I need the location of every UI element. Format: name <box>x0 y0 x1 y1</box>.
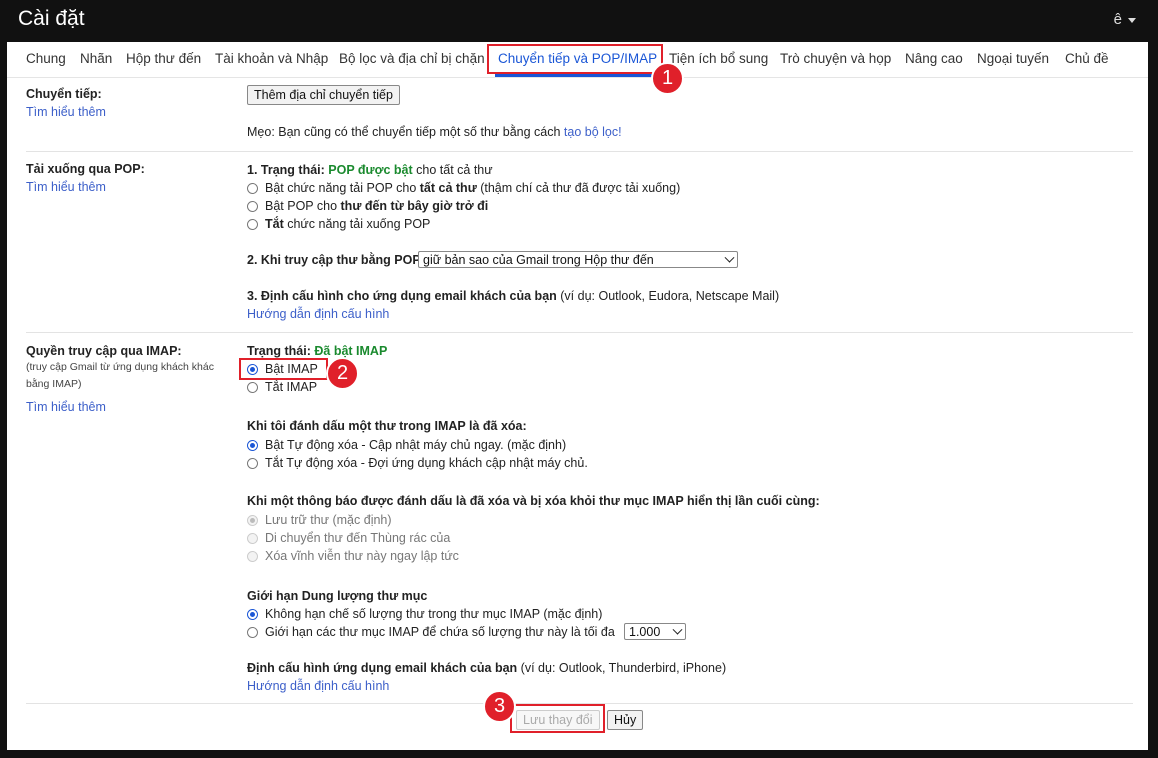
no-folder-limit-radio[interactable] <box>247 609 258 620</box>
forwarding-label: Chuyển tiếp: <box>26 87 102 101</box>
chevron-down-icon <box>672 624 683 635</box>
forwarding-tip-text: Mẹo: Bạn cũng có thể chuyển tiếp một số … <box>247 125 564 139</box>
imap-expunge-heading: Khi một thông báo được đánh dấu là đã xó… <box>247 494 820 508</box>
annotation-badge-2: 2 <box>326 357 359 390</box>
folder-limit-select[interactable]: 1.000 <box>624 623 686 640</box>
folder-limit-radio[interactable] <box>247 627 258 638</box>
annotation-highlight-save <box>510 704 605 733</box>
pop-opt2-bold: thư đến từ bây giờ trở đi <box>340 199 489 213</box>
delete-forever-radio[interactable] <box>247 551 258 562</box>
pop-opt2-pre: Bật POP cho <box>265 199 341 213</box>
pop-status-suffix: cho tất cả thư <box>412 163 493 177</box>
account-initial: ê <box>1113 11 1122 28</box>
pop-config: 3. Định cấu hình cho ứng dụng email khác… <box>247 289 779 303</box>
chevron-down-icon <box>1128 17 1136 23</box>
imap-client-example: (ví dụ: Outlook, Thunderbird, iPhone) <box>517 661 727 675</box>
tab-filters-blocked[interactable]: Bộ lọc và địa chỉ bị chặn <box>339 51 485 66</box>
active-tab-indicator <box>495 74 661 77</box>
tab-advanced[interactable]: Nâng cao <box>905 51 963 66</box>
pop-opt3-bold: Tắt <box>265 217 284 231</box>
imap-client-label: Định cấu hình ứng dụng email khách của b… <box>247 661 518 675</box>
pop-opt1-bold: tất cả thư <box>419 181 477 195</box>
section-divider <box>26 151 1133 152</box>
pop-label: Tải xuống qua POP: <box>26 162 145 176</box>
auto-expunge-off-label: Tắt Tự động xóa - Đợi ứng dụng khách cập… <box>265 456 588 470</box>
chevron-down-icon <box>724 252 735 263</box>
pop-config-label: 3. Định cấu hình cho ứng dụng email khác… <box>247 289 557 303</box>
create-filter-link[interactable]: tạo bộ lọc! <box>564 125 622 139</box>
pop-status-value: POP được bật <box>328 163 413 177</box>
imap-status-label: Trạng thái: <box>247 344 315 358</box>
folder-size-heading: Giới hạn Dung lượng thư mục <box>247 589 428 603</box>
tab-inbox[interactable]: Hộp thư đến <box>126 51 201 66</box>
imap-note: (truy cập Gmail từ ứng dụng khách khác b… <box>26 361 214 390</box>
forwarding-learn-more-link[interactable]: Tìm hiểu thêm <box>26 105 106 119</box>
section-divider <box>26 332 1133 333</box>
auto-expunge-off-radio[interactable] <box>247 458 258 469</box>
archive-radio[interactable] <box>247 515 258 526</box>
pop-opt3-post: chức năng tải xuống POP <box>283 217 431 231</box>
forwarding-tip: Mẹo: Bạn cũng có thể chuyển tiếp một số … <box>247 125 622 139</box>
pop-status: 1. Trạng thái: POP được bật cho tất cả t… <box>247 163 493 177</box>
delete-forever-label: Xóa vĩnh viễn thư này ngay lập tức <box>265 549 459 563</box>
annotation-highlight-tab <box>487 44 663 74</box>
tab-labels[interactable]: Nhãn <box>80 51 112 66</box>
cancel-button[interactable]: Hủy <box>607 710 644 730</box>
pop-disable-label: Tắt chức năng tải xuống POP <box>265 217 430 231</box>
pop-opt1-post: (thậm chí cả thư đã được tải xuống) <box>476 181 681 195</box>
tab-general[interactable]: Chung <box>26 51 66 66</box>
pop-learn-more-link[interactable]: Tìm hiểu thêm <box>26 180 106 194</box>
pop-from-now-radio[interactable] <box>247 201 258 212</box>
folder-limit-value: 1.000 <box>629 625 661 639</box>
imap-disable-radio[interactable] <box>247 382 258 393</box>
no-folder-limit-label: Không hạn chế số lượng thư trong thư mục… <box>265 607 603 621</box>
settings-panel: Chung Nhãn Hộp thư đến Tài khoản và Nhập… <box>7 42 1148 750</box>
pop-from-now-label: Bật POP cho thư đến từ bây giờ trở đi <box>265 199 488 213</box>
account-menu[interactable]: ê <box>1114 11 1136 28</box>
tab-offline[interactable]: Ngoại tuyến <box>977 51 1049 66</box>
annotation-badge-3: 3 <box>483 690 516 723</box>
auto-expunge-on-radio[interactable] <box>247 440 258 451</box>
pop-status-label: 1. Trạng thái: <box>247 163 329 177</box>
pop-all-mail-label: Bật chức năng tải POP cho tất cả thư (th… <box>265 181 680 195</box>
imap-client-config: Định cấu hình ứng dụng email khách của b… <box>247 661 726 675</box>
annotation-highlight-imap <box>239 358 328 380</box>
imap-status: Trạng thái: Đã bật IMAP <box>247 344 387 358</box>
pop-config-example: (ví dụ: Outlook, Eudora, Netscape Mail) <box>556 289 780 303</box>
annotation-badge-1: 1 <box>651 62 684 95</box>
tab-addons[interactable]: Tiện ích bổ sung <box>669 51 768 66</box>
imap-label: Quyền truy cập qua IMAP: <box>26 344 182 358</box>
auto-expunge-on-label: Bật Tự động xóa - Cập nhật máy chủ ngay.… <box>265 438 567 452</box>
imap-status-value: Đã bật IMAP <box>314 344 388 358</box>
tab-themes[interactable]: Chủ đề <box>1065 51 1109 66</box>
imap-config-guide-link[interactable]: Hướng dẫn định cấu hình <box>247 679 389 693</box>
pop-access-label: 2. Khi truy cập thư bằng POP <box>247 253 421 267</box>
pop-all-mail-radio[interactable] <box>247 183 258 194</box>
imap-delete-heading: Khi tôi đánh dấu một thư trong IMAP là đ… <box>247 419 527 433</box>
imap-disable-label: Tắt IMAP <box>265 380 318 394</box>
move-to-trash-radio[interactable] <box>247 533 258 544</box>
pop-disable-radio[interactable] <box>247 219 258 230</box>
archive-label: Lưu trữ thư (mặc định) <box>265 513 392 527</box>
pop-opt1-pre: Bật chức năng tải POP cho <box>265 181 420 195</box>
page-title: Cài đặt <box>18 7 85 30</box>
tab-accounts-import[interactable]: Tài khoản và Nhập <box>215 51 328 66</box>
add-forwarding-address-button[interactable]: Thêm địa chỉ chuyển tiếp <box>247 85 400 105</box>
pop-config-guide-link[interactable]: Hướng dẫn định cấu hình <box>247 307 389 321</box>
top-bar: Cài đặt ê <box>0 0 1158 42</box>
imap-learn-more-link[interactable]: Tìm hiểu thêm <box>26 400 106 414</box>
pop-access-select[interactable]: giữ bản sao của Gmail trong Hộp thư đến <box>418 251 738 268</box>
folder-limit-label: Giới hạn các thư mục IMAP để chứa số lượ… <box>265 625 615 639</box>
move-to-trash-label: Di chuyển thư đến Thùng rác của <box>265 531 451 545</box>
tab-chat-meet[interactable]: Trò chuyện và họp <box>780 51 891 66</box>
pop-access-select-value: giữ bản sao của Gmail trong Hộp thư đến <box>423 253 654 267</box>
